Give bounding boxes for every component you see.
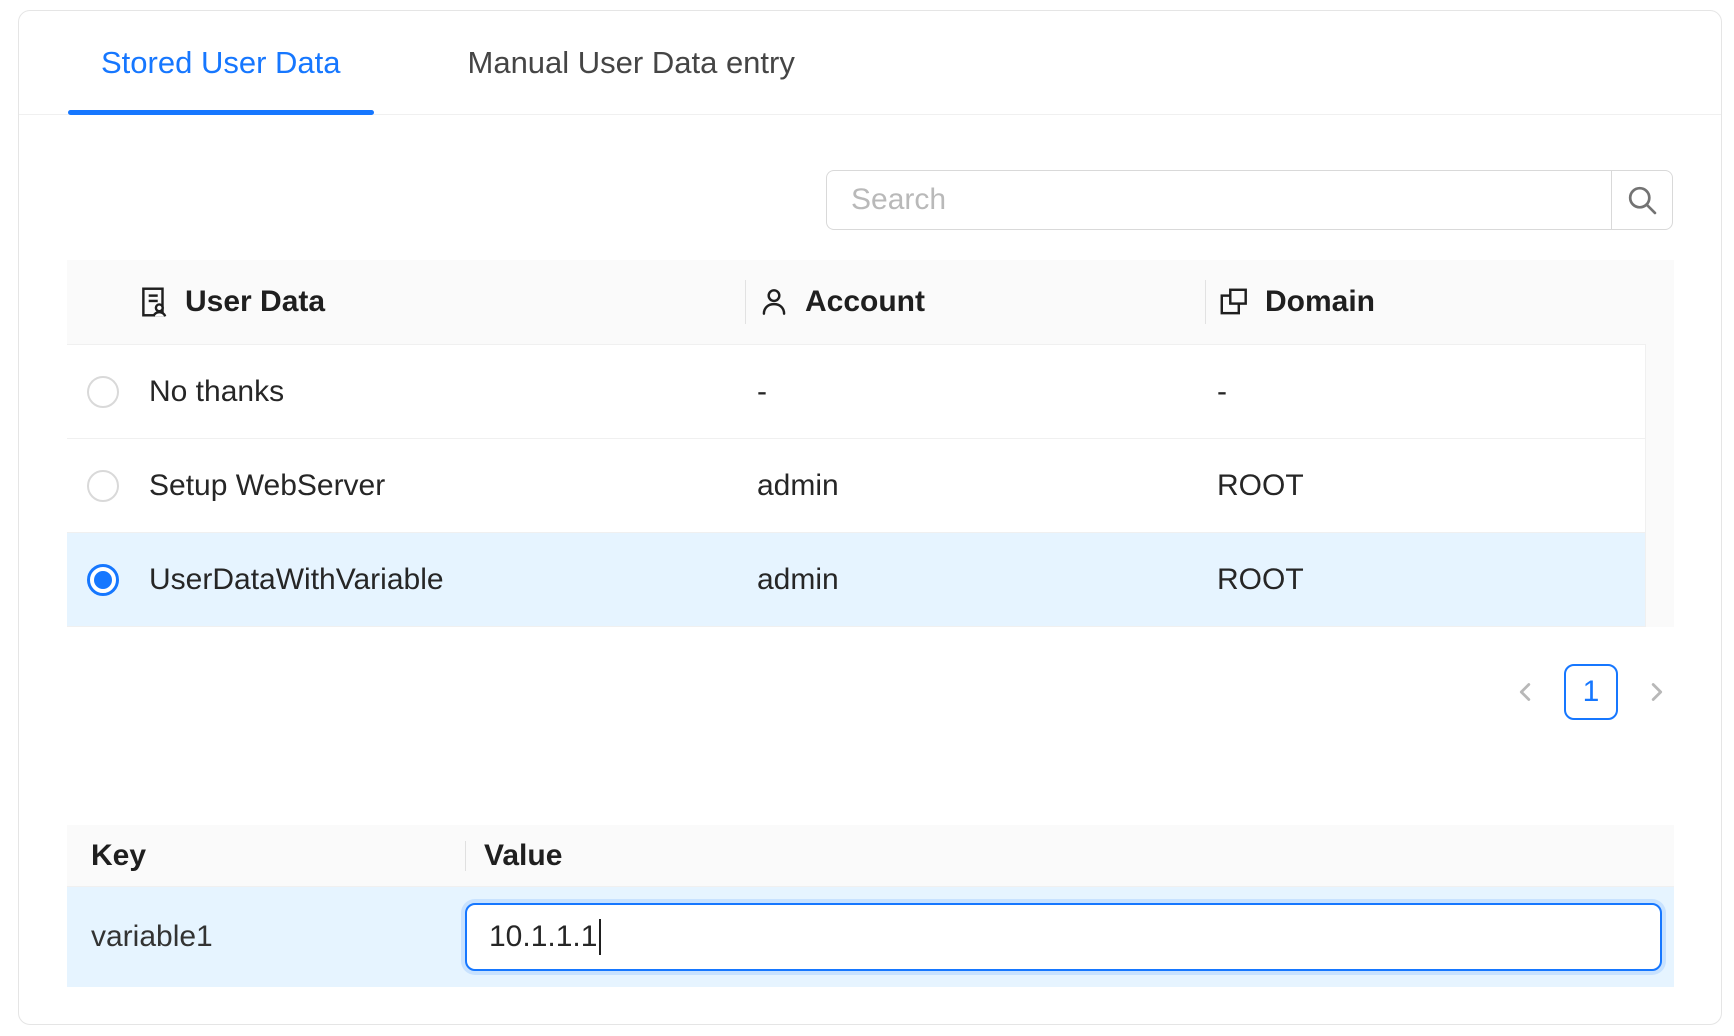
column-header-domain: Domain [1205, 285, 1674, 319]
table-row-no-thanks[interactable]: No thanks - - [67, 345, 1646, 439]
chevron-left-icon [1511, 677, 1541, 707]
user-data-icon [137, 285, 171, 319]
tab-manual-user-data-entry[interactable]: Manual User Data entry [435, 11, 828, 114]
column-divider [1205, 280, 1206, 324]
search-placeholder: Search [851, 183, 946, 217]
column-label: Account [805, 285, 925, 319]
cell-account: - [745, 375, 1205, 409]
radio-setup-webserver[interactable] [87, 470, 119, 502]
column-header-value: Value [465, 839, 562, 873]
column-divider [745, 280, 746, 324]
text-cursor [599, 919, 601, 955]
cell-domain: ROOT [1205, 563, 1646, 597]
variable1-value-input[interactable]: 10.1.1.1 [465, 903, 1662, 971]
search-button[interactable] [1611, 170, 1673, 230]
radio-cell [67, 470, 149, 502]
search-input[interactable]: Search [826, 170, 1611, 230]
cell-user-data: UserDataWithVariable [149, 563, 745, 597]
column-header-account: Account [745, 285, 1205, 319]
active-tab-indicator [68, 110, 374, 115]
key-value-table: Key Value variable1 10.1.1.1 [67, 825, 1674, 987]
pagination-next-button[interactable] [1638, 674, 1674, 710]
account-icon [757, 285, 791, 319]
table-header: User Data Account [67, 260, 1674, 345]
column-divider [465, 841, 466, 871]
radio-cell [67, 564, 149, 596]
cell-domain: ROOT [1205, 469, 1646, 503]
radio-no-thanks[interactable] [87, 376, 119, 408]
cell-domain: - [1205, 375, 1646, 409]
tab-stored-user-data[interactable]: Stored User Data [68, 11, 374, 114]
cell-value: 10.1.1.1 [465, 903, 1674, 971]
table-body: No thanks - - Setup WebServer admin ROOT [67, 345, 1646, 627]
tab-label: Stored User Data [101, 45, 341, 81]
kv-table-header: Key Value [67, 825, 1674, 887]
cell-user-data: Setup WebServer [149, 469, 745, 503]
pagination: 1 [67, 663, 1674, 721]
domain-icon [1217, 285, 1251, 319]
tab-content: Search [19, 170, 1721, 987]
table-row-setup-webserver[interactable]: Setup WebServer admin ROOT [67, 439, 1646, 533]
cell-user-data: No thanks [149, 375, 745, 409]
value-input-text: 10.1.1.1 [489, 920, 597, 954]
table-scrollbar-track[interactable] [1645, 344, 1674, 627]
table-row-userdatawithvariable[interactable]: UserDataWithVariable admin ROOT [67, 533, 1646, 627]
column-label: Domain [1265, 285, 1375, 319]
search-icon [1624, 182, 1660, 218]
chevron-right-icon [1641, 677, 1671, 707]
cell-key: variable1 [67, 920, 465, 954]
radio-userdatawithvariable[interactable] [87, 564, 119, 596]
column-header-key: Key [67, 839, 465, 873]
cell-account: admin [745, 469, 1205, 503]
user-data-table: User Data Account [67, 260, 1674, 627]
column-label: User Data [185, 285, 325, 319]
search-box: Search [826, 170, 1673, 230]
pagination-page-1[interactable]: 1 [1564, 664, 1618, 720]
tab-label: Manual User Data entry [468, 45, 795, 81]
radio-cell [67, 376, 149, 408]
tab-bar: Stored User Data Manual User Data entry [19, 11, 1721, 115]
user-data-panel: Stored User Data Manual User Data entry … [18, 10, 1722, 1025]
column-header-user-data: User Data [67, 285, 745, 319]
kv-row-variable1: variable1 10.1.1.1 [67, 887, 1674, 987]
search-row: Search [67, 170, 1673, 230]
cell-account: admin [745, 563, 1205, 597]
pagination-prev-button[interactable] [1508, 674, 1544, 710]
